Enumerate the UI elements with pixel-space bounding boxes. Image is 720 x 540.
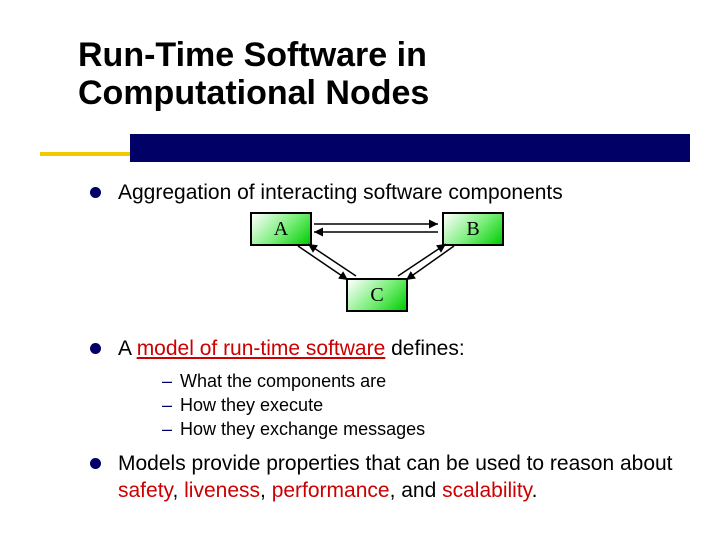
title-line-2: Computational Nodes (78, 74, 429, 112)
slide-body: Aggregation of interacting software comp… (90, 180, 680, 514)
title-line-1: Run-Time Software in (78, 36, 427, 74)
bullet-3-sep-1: , (172, 479, 184, 502)
bullet-item-2: A model of run-time software defines: Wh… (90, 336, 680, 441)
bullet-item-3: Models provide properties that can be us… (90, 451, 680, 504)
sub-bullet-1: What the components are (162, 369, 680, 393)
accent-rule-navy (130, 134, 690, 162)
bullet-3-sep-3: , and (390, 479, 443, 502)
bullet-3-word-4: scalability (442, 479, 531, 502)
diagram-arrows (138, 208, 638, 326)
sub-bullet-list: What the components are How they execute… (118, 369, 680, 442)
bullet-list: Aggregation of interacting software comp… (90, 180, 680, 504)
bullet-3-end: . (532, 479, 538, 502)
slide-title: Run-Time Software in Computational Nodes (78, 36, 429, 112)
bullet-2-suffix: defines: (385, 337, 464, 360)
bullet-item-1: Aggregation of interacting software comp… (90, 180, 680, 326)
bullet-3-word-2: liveness (184, 479, 260, 502)
slide: Run-Time Software in Computational Nodes… (0, 0, 720, 540)
component-diagram: A B C (138, 208, 638, 326)
bullet-3-word-1: safety (118, 479, 172, 502)
bullet-1-text: Aggregation of interacting software comp… (118, 181, 563, 204)
bullet-2-prefix: A (118, 337, 137, 360)
sub-bullet-2: How they execute (162, 393, 680, 417)
bullet-3-word-3: performance (272, 479, 390, 502)
bullet-3-sep-2: , (260, 479, 272, 502)
bullet-2-term: model of run-time software (137, 337, 386, 360)
bullet-3-prefix: Models provide properties that can be us… (118, 452, 673, 475)
sub-bullet-3: How they exchange messages (162, 417, 680, 441)
accent-rule-yellow (40, 152, 130, 156)
